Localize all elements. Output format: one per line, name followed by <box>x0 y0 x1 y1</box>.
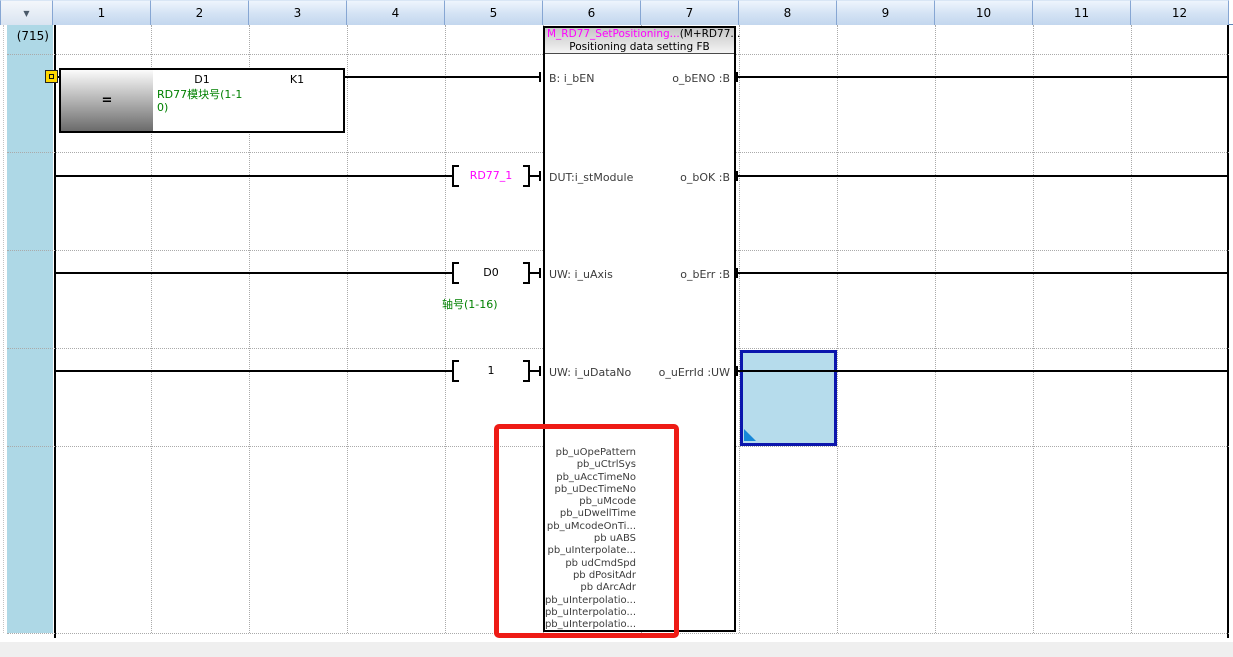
fb-input-pin-label: B: i_bEN <box>549 72 594 85</box>
function-block-header: M_RD77_SetPositioning... (M+RD77... Posi… <box>545 28 734 54</box>
pin-tick <box>736 366 738 376</box>
header-corner-dropdown[interactable]: ▼ <box>0 0 53 25</box>
annotation-red-rectangle <box>494 424 679 638</box>
rung-wire <box>736 175 1227 177</box>
fb-input-pin-label: UW: i_uAxis <box>549 268 613 281</box>
operand-cell-axis[interactable]: D0 <box>452 262 530 284</box>
fb-input-pin-label: UW: i_uDataNo <box>549 366 631 379</box>
pin-tick <box>539 366 541 376</box>
operand-cell-datano[interactable]: 1 <box>452 360 530 382</box>
rung-gutter <box>7 25 53 633</box>
rung-wire <box>56 272 452 274</box>
fb-instance-name: M_RD77_SetPositioning... <box>547 28 680 41</box>
rung-wire <box>736 370 1227 372</box>
compare-instruction-block[interactable]: = D1 K1 RD77模块号(1-10) <box>59 68 345 133</box>
operand-cell-module[interactable]: RD77_1 <box>452 165 530 187</box>
operand-value[interactable]: 1 <box>459 360 523 382</box>
grid-column-line <box>739 25 740 633</box>
right-power-rail <box>1227 25 1229 638</box>
column-header-7: 7 <box>641 0 739 25</box>
fb-output-pin-label: o_bOK :B <box>680 171 730 184</box>
column-header-5: 5 <box>445 0 543 25</box>
pin-tick <box>736 72 738 82</box>
pin-tick <box>736 268 738 278</box>
rung-wire <box>56 175 452 177</box>
left-power-rail <box>54 25 56 638</box>
fb-type-name: (M+RD77... <box>680 28 741 41</box>
rung-wire <box>345 76 540 78</box>
column-header-3: 3 <box>249 0 347 25</box>
compare-operator-cell[interactable]: = <box>61 70 153 131</box>
editor-bottom-margin <box>0 642 1233 657</box>
fb-subtitle: Positioning data setting FB <box>545 41 734 54</box>
connection-marker-icon <box>45 70 58 83</box>
column-header-4: 4 <box>347 0 445 25</box>
column-header-11: 11 <box>1033 0 1131 25</box>
column-header-2: 2 <box>151 0 249 25</box>
grid-column-line <box>1131 25 1132 633</box>
rung-wire <box>56 370 452 372</box>
pin-tick <box>539 268 541 278</box>
pin-tick <box>539 171 541 181</box>
column-header: ▼ 1 2 3 4 5 6 7 8 9 10 11 12 <box>0 0 1233 25</box>
left-margin-gridline <box>3 25 4 633</box>
chevron-down-icon: ▼ <box>23 9 29 18</box>
column-header-1: 1 <box>53 0 151 25</box>
grid-column-line <box>1033 25 1034 633</box>
bracket-left-icon <box>452 165 459 187</box>
column-header-9: 9 <box>837 0 935 25</box>
column-header-10: 10 <box>935 0 1033 25</box>
compare-operand2[interactable]: K1 <box>251 73 343 86</box>
operand-value[interactable]: RD77_1 <box>459 165 523 187</box>
grid-column-line <box>445 25 446 633</box>
cursor-corner-triangle-icon <box>744 429 756 441</box>
bracket-left-icon <box>452 262 459 284</box>
axis-comment: 轴号(1-16) <box>442 296 498 312</box>
fb-output-pin-label: o_bErr :B <box>680 268 730 281</box>
column-header-12: 12 <box>1131 0 1229 25</box>
rung-wire <box>736 76 1227 78</box>
ladder-editor: ▼ 1 2 3 4 5 6 7 8 9 10 11 12 (715) = D1 … <box>0 0 1233 657</box>
bracket-left-icon <box>452 360 459 382</box>
column-header-8: 8 <box>739 0 837 25</box>
pin-tick <box>736 171 738 181</box>
compare-operand1[interactable]: D1 <box>153 73 251 86</box>
step-number: (715) <box>7 29 51 43</box>
fb-output-pin-label: o_uErrId :UW <box>659 366 730 379</box>
fb-output-pin-label: o_bENO :B <box>672 72 730 85</box>
grid-column-line <box>347 25 348 633</box>
rung-wire <box>736 272 1227 274</box>
grid-column-line <box>837 25 838 633</box>
operand1-comment: RD77模块号(1-10) <box>157 88 247 114</box>
pin-tick <box>539 72 541 82</box>
operand-value[interactable]: D0 <box>459 262 523 284</box>
column-header-6: 6 <box>543 0 641 25</box>
grid-column-line <box>935 25 936 633</box>
fb-input-pin-label: DUT:i_stModule <box>549 171 633 184</box>
